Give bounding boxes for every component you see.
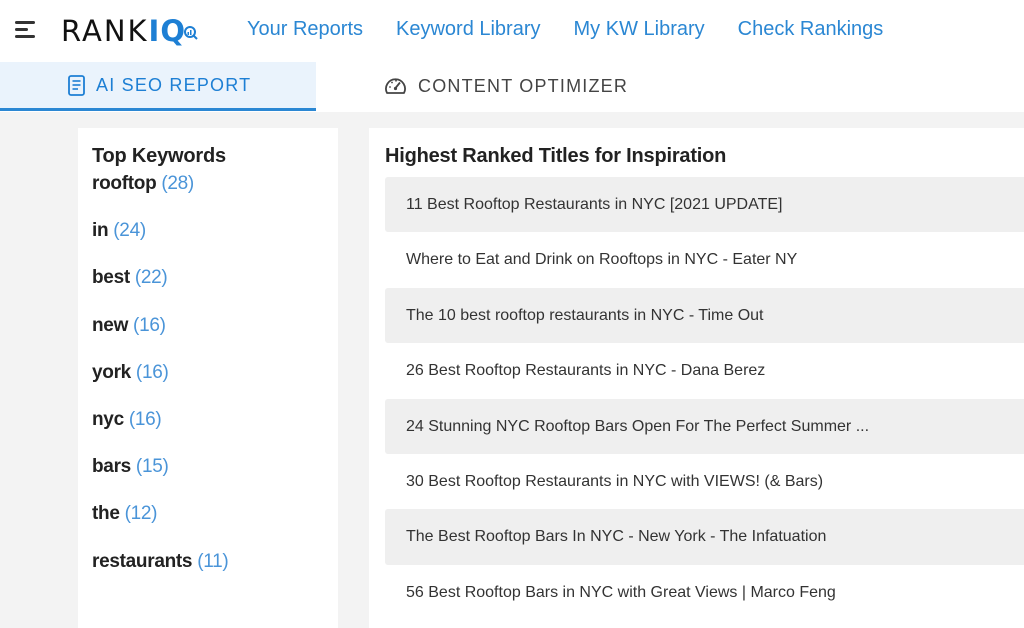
rankiq-logo[interactable]: RANK IQ bbox=[61, 13, 198, 49]
title-row[interactable]: 56 Best Rooftop Bars in NYC with Great V… bbox=[385, 565, 1024, 620]
keyword-count: (28) bbox=[161, 173, 194, 194]
nav-keyword-library[interactable]: Keyword Library bbox=[396, 17, 541, 41]
title-row[interactable]: Where to Eat and Drink on Rooftops in NY… bbox=[385, 232, 1024, 287]
chart-magnifier-icon bbox=[183, 26, 198, 40]
document-icon bbox=[68, 74, 85, 96]
keyword-item[interactable]: restaurants (11) bbox=[92, 550, 338, 597]
tab-ai-seo-report[interactable]: AI SEO REPORT bbox=[0, 62, 316, 111]
keyword-count: (12) bbox=[124, 503, 158, 525]
keyword-word: nyc bbox=[92, 408, 124, 430]
keyword-item[interactable]: best (22) bbox=[92, 266, 338, 313]
nav-check-rankings[interactable]: Check Rankings bbox=[738, 17, 884, 41]
keyword-count: (11) bbox=[197, 550, 229, 572]
speedometer-icon bbox=[384, 76, 407, 96]
keyword-count: (16) bbox=[128, 408, 162, 430]
keyword-word: best bbox=[92, 267, 130, 289]
keyword-count: (24) bbox=[113, 220, 146, 242]
tab-ai-seo-label: AI SEO REPORT bbox=[96, 74, 252, 95]
top-bar: RANK IQ Your Reports Keyword Library My … bbox=[0, 0, 1024, 62]
keyword-item[interactable]: rooftop (28) bbox=[92, 172, 338, 219]
keyword-count: (16) bbox=[133, 314, 166, 336]
tab-content-optimizer-label: CONTENT OPTIMIZER bbox=[418, 75, 629, 96]
keyword-word: restaurants bbox=[92, 550, 193, 572]
top-keywords-panel: Top Keywords rooftop (28) in (24) best (… bbox=[78, 128, 338, 628]
title-row[interactable]: 26 Best Rooftop Restaurants in NYC - Dan… bbox=[385, 343, 1024, 398]
keyword-list: rooftop (28) in (24) best (22) new (16) … bbox=[92, 172, 338, 597]
main-nav: Your Reports Keyword Library My KW Libra… bbox=[247, 17, 916, 41]
keyword-word: york bbox=[92, 361, 131, 383]
keyword-item[interactable]: york (16) bbox=[92, 361, 338, 408]
tab-content-optimizer[interactable]: CONTENT OPTIMIZER bbox=[384, 62, 628, 110]
keyword-item[interactable]: new (16) bbox=[92, 314, 338, 361]
title-row[interactable]: The Best Rooftop Bars In NYC - New York … bbox=[385, 509, 1024, 565]
logo-accent-text: IQ bbox=[148, 14, 186, 48]
title-row[interactable]: The 10 best rooftop restaurants in NYC -… bbox=[385, 287, 1024, 344]
title-row[interactable]: 24 Stunning NYC Rooftop Bars Open For Th… bbox=[385, 398, 1024, 454]
ranked-titles-list: 11 Best Rooftop Restaurants in NYC [2021… bbox=[385, 177, 1024, 620]
ranked-titles-panel: Highest Ranked Titles for Inspiration 11… bbox=[369, 128, 1024, 628]
title-row[interactable]: 11 Best Rooftop Restaurants in NYC [2021… bbox=[385, 177, 1024, 233]
keyword-word: in bbox=[92, 220, 109, 242]
nav-your-reports[interactable]: Your Reports bbox=[247, 17, 363, 41]
keyword-count: (15) bbox=[135, 456, 169, 478]
ranked-titles-heading: Highest Ranked Titles for Inspiration bbox=[385, 145, 727, 167]
keyword-item[interactable]: in (24) bbox=[92, 219, 338, 266]
keyword-word: the bbox=[92, 503, 120, 525]
keyword-item[interactable]: bars (15) bbox=[92, 455, 338, 502]
report-tabs: AI SEO REPORT CONTENT OPTIMIZER bbox=[0, 62, 1024, 112]
logo-text: RANK bbox=[61, 14, 149, 48]
keyword-word: new bbox=[92, 314, 129, 336]
top-keywords-title: Top Keywords bbox=[92, 145, 226, 167]
keyword-word: rooftop bbox=[92, 173, 157, 194]
keyword-item[interactable]: nyc (16) bbox=[92, 408, 338, 455]
nav-my-kw-library[interactable]: My KW Library bbox=[574, 17, 705, 41]
hamburger-menu-icon[interactable] bbox=[15, 20, 37, 38]
keyword-count: (16) bbox=[135, 361, 169, 383]
keyword-word: bars bbox=[92, 456, 131, 478]
keyword-item[interactable]: the (12) bbox=[92, 502, 338, 549]
keyword-count: (22) bbox=[134, 267, 168, 289]
title-row[interactable]: 30 Best Rooftop Restaurants in NYC with … bbox=[385, 454, 1024, 509]
